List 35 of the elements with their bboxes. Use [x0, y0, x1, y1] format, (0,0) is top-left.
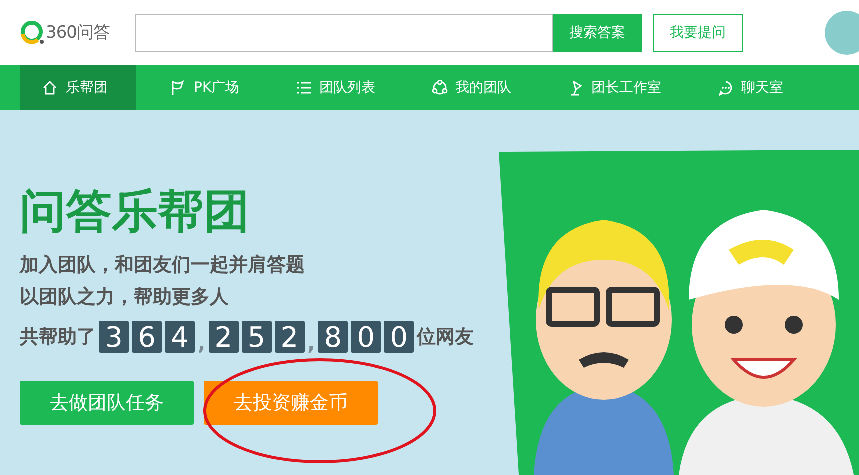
tagline: 以团队之力，帮助更多人 [20, 285, 230, 310]
counter-digit: 8 [318, 321, 348, 353]
logo-icon [20, 20, 44, 44]
counter-digit: 2 [274, 321, 305, 353]
nav-tab[interactable]: 我的团队 [410, 65, 534, 110]
list-icon [296, 80, 312, 96]
counter-digit: 6 [132, 321, 162, 353]
digit-separator: , [198, 333, 206, 353]
ask-question-button[interactable]: 我要提问 [653, 14, 743, 52]
home-icon [42, 80, 58, 96]
nav-tab[interactable]: 团队列表 [274, 65, 398, 110]
flag-icon [170, 80, 186, 96]
team-icon [432, 80, 448, 96]
counter-digit: 0 [384, 321, 414, 353]
nav-tab[interactable]: 聊天室 [696, 65, 806, 110]
nav-tab[interactable]: PK广场 [148, 65, 262, 110]
counter-digit: 5 [242, 321, 272, 353]
hero-title: 问答乐帮团 [20, 185, 251, 237]
search-field[interactable] [135, 14, 553, 52]
digit-separator: , [308, 333, 316, 353]
tagline: 加入团队，和团友们一起并肩答题 [20, 253, 306, 278]
counter-digit: 0 [351, 321, 382, 353]
action-button[interactable]: 去投资赚金币 [204, 381, 378, 425]
action-button[interactable]: 去做团队任务 [20, 381, 194, 425]
counter-digit: 3 [99, 321, 129, 353]
nav-tab[interactable]: 乐帮团 [20, 65, 136, 110]
chat-icon [718, 80, 734, 96]
logo-text: 360问答 [46, 22, 110, 44]
counter-digit: 4 [165, 321, 195, 353]
counter-suffix: 位网友 [417, 325, 474, 350]
counter-digit: 2 [208, 321, 239, 353]
user-avatar[interactable] [825, 10, 859, 54]
counter-label: 共帮助了 [20, 325, 96, 350]
search-button[interactable]: 搜索答案 [553, 14, 642, 52]
nav-tab[interactable]: 团长工作室 [546, 65, 684, 110]
